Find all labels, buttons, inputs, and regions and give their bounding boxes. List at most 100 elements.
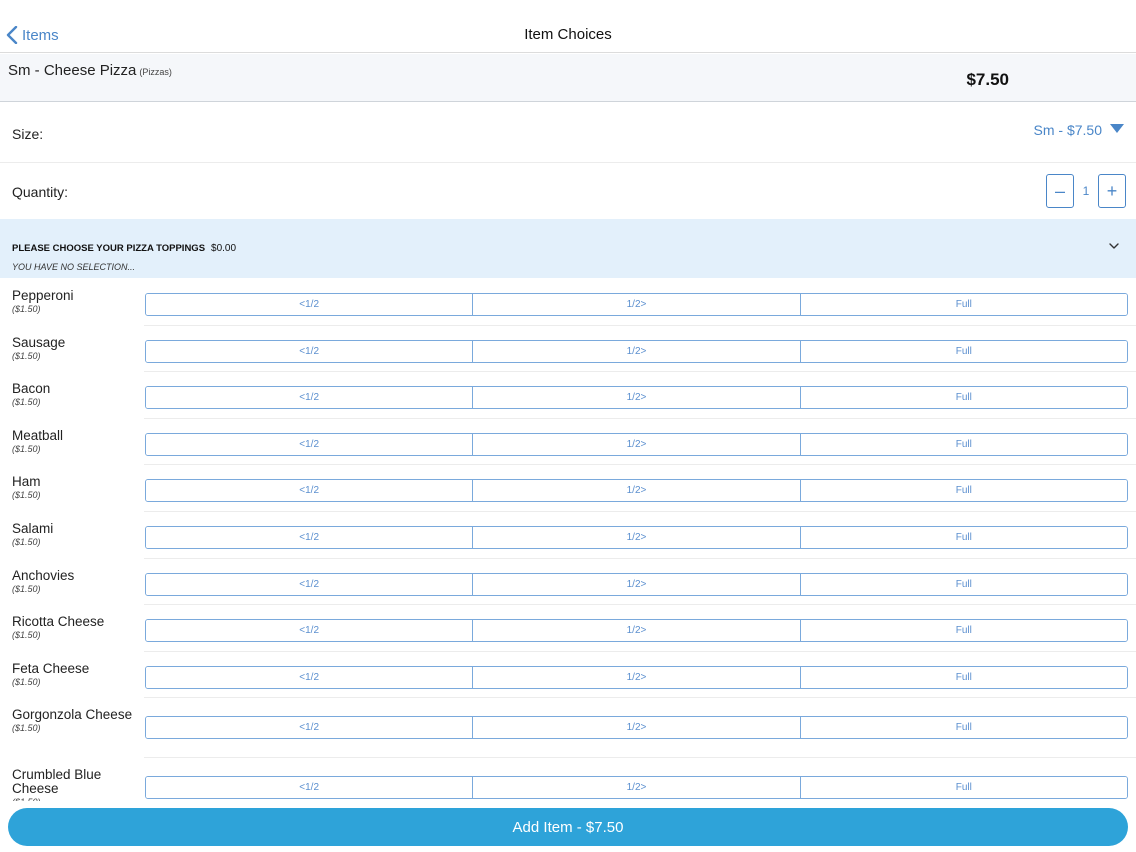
portion-right-half-button[interactable]: 1/2>	[473, 666, 801, 688]
topping-price: ($1.50)	[12, 536, 41, 547]
portion-segmented-control: <1/2 1/2> Full	[145, 293, 1128, 316]
portion-full-button[interactable]: Full	[800, 480, 1127, 502]
portion-full-button[interactable]: Full	[800, 294, 1127, 315]
portion-full-button[interactable]: Full	[800, 573, 1127, 595]
topping-label: Crumbled Blue Cheese	[12, 767, 102, 797]
topping-label: Anchovies	[12, 567, 75, 583]
item-choices-screen: Items Item Choices Sm - Cheese Pizza (Piz…	[0, 0, 1136, 852]
topping-row: Ricotta Cheese ($1.50) <1/2 1/2> Full	[0, 605, 1136, 652]
portion-left-half-button[interactable]: <1/2	[146, 620, 474, 642]
topping-name: Ricotta Cheese ($1.50)	[12, 615, 137, 641]
item-category: (Pizzas)	[139, 67, 172, 77]
portion-full-button[interactable]: Full	[800, 433, 1127, 455]
topping-label: Meatball	[12, 427, 64, 443]
topping-price: ($1.50)	[12, 443, 41, 454]
portion-left-half-button[interactable]: <1/2	[146, 294, 474, 315]
portion-left-half-button[interactable]: <1/2	[146, 717, 474, 739]
add-item-button[interactable]: Add Item - $7.50	[8, 808, 1128, 846]
portion-segmented-control: <1/2 1/2> Full	[145, 525, 1128, 549]
topping-row: Pepperoni ($1.50) <1/2 1/2> Full	[0, 279, 1136, 326]
size-dropdown[interactable]: Sm - $7.50	[1034, 122, 1124, 138]
topping-row: Gorgonzola Cheese ($1.50) <1/2 1/2> Full	[0, 698, 1136, 759]
topping-label: Feta Cheese	[12, 660, 90, 676]
portion-left-half-button[interactable]: <1/2	[146, 387, 474, 409]
topping-name: Meatball ($1.50)	[12, 427, 137, 455]
portion-segmented-control: <1/2 1/2> Full	[145, 619, 1128, 643]
topping-name: Gorgonzola Cheese ($1.50)	[12, 708, 137, 734]
portion-full-button[interactable]: Full	[800, 340, 1127, 362]
portion-right-half-button[interactable]: 1/2>	[473, 777, 801, 799]
portion-left-half-button[interactable]: <1/2	[146, 480, 474, 502]
topping-label: Sausage	[12, 334, 66, 350]
portion-right-half-button[interactable]: 1/2>	[473, 573, 801, 595]
chevron-down-icon[interactable]	[1108, 241, 1120, 251]
portion-right-half-button[interactable]: 1/2>	[473, 433, 801, 455]
toppings-section-header[interactable]: PLEASE CHOOSE YOUR PIZZA TOPPINGS $0.00 Y…	[0, 219, 1136, 278]
portion-left-half-button[interactable]: <1/2	[146, 340, 474, 362]
portion-segmented-control: <1/2 1/2> Full	[145, 432, 1128, 456]
topping-label: Ricotta Cheese	[12, 614, 105, 630]
topping-row: Salami ($1.50) <1/2 1/2> Full	[0, 512, 1136, 559]
topping-label: Gorgonzola Cheese	[12, 707, 133, 723]
portion-segmented-control: <1/2 1/2> Full	[145, 776, 1128, 800]
portion-right-half-button[interactable]: 1/2>	[473, 480, 801, 502]
portion-full-button[interactable]: Full	[800, 777, 1127, 799]
topping-name: Anchovies ($1.50)	[12, 567, 137, 595]
topping-name: Bacon ($1.50)	[12, 382, 137, 408]
portion-segmented-control: <1/2 1/2> Full	[145, 665, 1128, 689]
portion-full-button[interactable]: Full	[800, 717, 1127, 739]
portion-right-half-button[interactable]: 1/2>	[473, 717, 801, 739]
topping-price: ($1.50)	[12, 490, 41, 501]
portion-left-half-button[interactable]: <1/2	[146, 573, 474, 595]
portion-right-half-button[interactable]: 1/2>	[473, 340, 801, 362]
size-row: Size: Sm - $7.50	[0, 103, 1136, 163]
portion-segmented-control: <1/2 1/2> Full	[145, 386, 1128, 410]
portion-left-half-button[interactable]: <1/2	[146, 666, 474, 688]
portion-left-half-button[interactable]: <1/2	[146, 777, 474, 799]
topping-price: ($1.50)	[12, 304, 41, 314]
topping-row: Crumbled Blue Cheese($1.50) <1/21/2>Full	[0, 758, 1136, 801]
quantity-increment-button[interactable]: +	[1098, 174, 1126, 208]
quantity-label: Quantity:	[12, 184, 69, 200]
quantity-decrement-button[interactable]: –	[1046, 174, 1074, 208]
section-title: PLEASE CHOOSE YOUR PIZZA TOPPINGS	[12, 243, 206, 254]
topping-label: Bacon	[12, 381, 51, 397]
portion-full-button[interactable]: Full	[800, 620, 1127, 642]
topping-row: Bacon ($1.50) <1/2 1/2> Full	[0, 372, 1136, 419]
item-name-line: Sm - Cheese Pizza (Pizzas)	[8, 62, 172, 79]
item-name: Sm - Cheese Pizza	[8, 62, 137, 79]
topping-name: Ham ($1.50)	[12, 475, 137, 501]
topping-row: Anchovies ($1.50) <1/2 1/2> Full	[0, 559, 1136, 606]
topping-price: ($1.50)	[12, 723, 41, 734]
page-title: Item Choices	[524, 26, 612, 43]
portion-right-half-button[interactable]: 1/2>	[473, 526, 801, 548]
topping-name: Pepperoni ($1.50)	[12, 289, 137, 315]
toppings-list[interactable]: Pepperoni ($1.50) <1/2 1/2> Full Sausage ($1.5…	[0, 279, 1136, 801]
topping-label: Salami	[12, 520, 54, 536]
portion-full-button[interactable]: Full	[800, 666, 1127, 688]
section-subtitle: YOU HAVE NO SELECTION...	[12, 262, 136, 272]
topping-price: ($1.50)	[12, 583, 41, 594]
portion-full-button[interactable]: Full	[800, 387, 1127, 409]
topping-price: ($1.50)	[12, 630, 41, 641]
portion-segmented-control: <1/2 1/2> Full	[145, 339, 1128, 363]
nav-bar: Items Item Choices	[0, 0, 1136, 53]
bottom-bar: Add Item - $7.50	[0, 801, 1136, 852]
size-value: Sm - $7.50	[1033, 122, 1102, 138]
section-title-line: PLEASE CHOOSE YOUR PIZZA TOPPINGS $0.00	[12, 243, 236, 254]
topping-row: Ham ($1.50) <1/2 1/2> Full	[0, 465, 1136, 512]
topping-label: Ham	[12, 474, 41, 490]
portion-right-half-button[interactable]: 1/2>	[473, 620, 801, 642]
topping-price: ($1.50)	[12, 676, 41, 687]
quantity-row: Quantity: – 1 +	[0, 164, 1136, 218]
topping-row: Sausage ($1.50) <1/2 1/2> Full	[0, 326, 1136, 373]
topping-row: Meatball ($1.50) <1/2 1/2> Full	[0, 419, 1136, 466]
portion-full-button[interactable]: Full	[800, 526, 1127, 548]
portion-left-half-button[interactable]: <1/2	[146, 526, 474, 548]
portion-right-half-button[interactable]: 1/2>	[473, 387, 801, 409]
portion-right-half-button[interactable]: 1/2>	[473, 294, 801, 315]
topping-label: Pepperoni	[12, 288, 74, 303]
size-label: Size:	[12, 126, 44, 142]
portion-segmented-control: <1/2 1/2> Full	[145, 716, 1128, 740]
portion-left-half-button[interactable]: <1/2	[146, 433, 474, 455]
